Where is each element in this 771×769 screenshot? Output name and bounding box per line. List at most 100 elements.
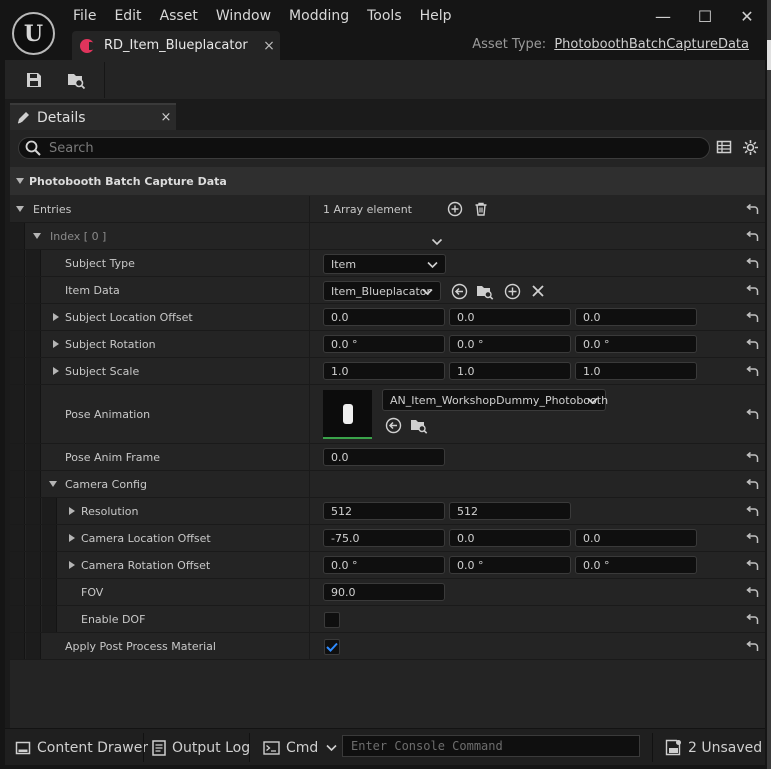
- expand-arrow-icon[interactable]: [69, 561, 75, 569]
- resolution-x-field[interactable]: 512: [323, 502, 445, 520]
- table-view-icon[interactable]: [715, 138, 733, 156]
- pose-anim-frame-field[interactable]: 0.0: [323, 448, 445, 466]
- use-selected-icon[interactable]: [450, 282, 468, 300]
- collapse-arrow-icon[interactable]: [16, 178, 24, 184]
- category-label: Photobooth Batch Capture Data: [29, 174, 227, 188]
- y-field[interactable]: 0.0: [449, 308, 571, 326]
- menu-window[interactable]: Window: [207, 5, 280, 27]
- maximize-button[interactable]: ☐: [693, 5, 717, 27]
- category-header[interactable]: Photobooth Batch Capture Data: [10, 167, 765, 195]
- z-field[interactable]: 0.0: [575, 308, 697, 326]
- asset-type-link[interactable]: PhotoboothBatchCaptureData: [554, 37, 749, 52]
- apply-post-process-checkbox[interactable]: [324, 639, 340, 655]
- browse-folder-icon[interactable]: [476, 282, 494, 300]
- reset-icon[interactable]: [739, 525, 765, 551]
- unreal-logo-icon[interactable]: U: [12, 12, 55, 55]
- reset-icon[interactable]: [739, 223, 765, 249]
- expand-arrow-icon[interactable]: [53, 313, 59, 321]
- expand-arrow-icon[interactable]: [53, 340, 59, 348]
- x-field[interactable]: 0.0: [323, 308, 445, 326]
- item-data-picker[interactable]: Item_Blueplacator: [323, 281, 441, 301]
- expand-arrow-icon[interactable]: [16, 206, 24, 212]
- reset-icon[interactable]: [739, 358, 765, 384]
- menu-modding[interactable]: Modding: [280, 5, 358, 27]
- reset-icon[interactable]: [739, 444, 765, 470]
- indent-guide: [42, 606, 57, 632]
- reset-icon[interactable]: [739, 250, 765, 276]
- close-details-icon[interactable]: ×: [156, 110, 176, 125]
- reset-icon[interactable]: [739, 304, 765, 330]
- camera-pitch-field[interactable]: 0.0 °: [449, 556, 571, 574]
- menu-tools[interactable]: Tools: [358, 5, 411, 27]
- add-element-icon[interactable]: [446, 200, 464, 218]
- expand-arrow-icon[interactable]: [33, 233, 41, 239]
- asset-editor-tab[interactable]: RD_Item_Blueplacator ×: [72, 31, 280, 60]
- asset-thumbnail[interactable]: [323, 390, 372, 439]
- use-selected-icon[interactable]: [384, 416, 402, 434]
- reset-icon[interactable]: [739, 498, 765, 524]
- expand-arrow-icon[interactable]: [53, 367, 59, 375]
- settings-gear-icon[interactable]: [741, 138, 759, 156]
- fov-field[interactable]: 90.0: [323, 583, 445, 601]
- subject-location-offset-name[interactable]: Subject Location Offset: [53, 304, 193, 330]
- camera-yaw-field[interactable]: 0.0 °: [575, 556, 697, 574]
- menu-file[interactable]: File: [64, 5, 105, 27]
- details-tab[interactable]: Details ×: [10, 103, 176, 130]
- camera-x-field[interactable]: -75.0: [323, 529, 445, 547]
- reset-icon[interactable]: [739, 277, 765, 303]
- content-drawer-button[interactable]: Content Drawer: [15, 729, 148, 766]
- browse-folder-icon[interactable]: [410, 416, 428, 434]
- console-command-input[interactable]: Enter Console Command: [342, 735, 640, 757]
- menu-edit[interactable]: Edit: [105, 5, 150, 27]
- resolution-y-field[interactable]: 512: [449, 502, 571, 520]
- indent-guide: [10, 552, 25, 578]
- enable-dof-checkbox[interactable]: [324, 612, 340, 628]
- expand-arrow-icon[interactable]: [49, 481, 57, 487]
- close-tab-icon[interactable]: ×: [258, 38, 280, 54]
- camera-y-field[interactable]: 0.0: [449, 529, 571, 547]
- indent-guide: [26, 498, 41, 524]
- minimize-button[interactable]: —: [651, 5, 675, 27]
- expand-arrow-icon[interactable]: [69, 534, 75, 542]
- reset-icon[interactable]: [739, 331, 765, 357]
- unsaved-button[interactable]: 2 Unsaved: [665, 729, 762, 766]
- reset-icon[interactable]: [739, 196, 765, 222]
- subject-rotation-name[interactable]: Subject Rotation: [53, 331, 156, 357]
- search-input[interactable]: [49, 140, 649, 156]
- subject-type-dropdown[interactable]: Item: [323, 254, 446, 274]
- index-name[interactable]: Index [ 0 ]: [33, 223, 106, 249]
- reset-icon[interactable]: [739, 579, 765, 605]
- add-new-icon[interactable]: [503, 282, 521, 300]
- camera-z-field[interactable]: 0.0: [575, 529, 697, 547]
- clear-icon[interactable]: [529, 282, 547, 300]
- output-log-button[interactable]: Output Log: [152, 729, 250, 766]
- reset-icon[interactable]: [739, 633, 765, 659]
- menu-asset[interactable]: Asset: [151, 5, 207, 27]
- scale-x-field[interactable]: 1.0: [323, 362, 445, 380]
- element-options-chevron-icon[interactable]: [431, 231, 443, 250]
- expand-arrow-icon[interactable]: [69, 507, 75, 515]
- pose-animation-picker[interactable]: AN_Item_WorkshopDummy_Photobooth: [382, 389, 608, 411]
- close-window-button[interactable]: ✕: [735, 5, 759, 27]
- scale-y-field[interactable]: 1.0: [449, 362, 571, 380]
- menu-help[interactable]: Help: [411, 5, 461, 27]
- subject-scale-name[interactable]: Subject Scale: [53, 358, 139, 384]
- cmd-dropdown[interactable]: Cmd: [263, 729, 337, 766]
- roll-field[interactable]: 0.0 °: [323, 335, 445, 353]
- reset-icon[interactable]: [739, 471, 765, 497]
- reset-icon[interactable]: [739, 385, 765, 443]
- save-icon[interactable]: [22, 68, 46, 92]
- entries-name[interactable]: Entries: [16, 196, 71, 222]
- pitch-field[interactable]: 0.0 °: [449, 335, 571, 353]
- trash-icon[interactable]: [472, 200, 490, 218]
- browse-asset-icon[interactable]: [64, 68, 88, 92]
- reset-icon[interactable]: [739, 606, 765, 632]
- reset-icon[interactable]: [739, 552, 765, 578]
- camera-roll-field[interactable]: 0.0 °: [323, 556, 445, 574]
- camera-config-name[interactable]: Camera Config: [49, 471, 147, 497]
- camera-rotation-offset-name[interactable]: Camera Rotation Offset: [69, 552, 210, 578]
- resolution-name[interactable]: Resolution: [69, 498, 138, 524]
- scale-z-field[interactable]: 1.0: [575, 362, 697, 380]
- camera-location-offset-name[interactable]: Camera Location Offset: [69, 525, 211, 551]
- yaw-field[interactable]: 0.0 °: [575, 335, 697, 353]
